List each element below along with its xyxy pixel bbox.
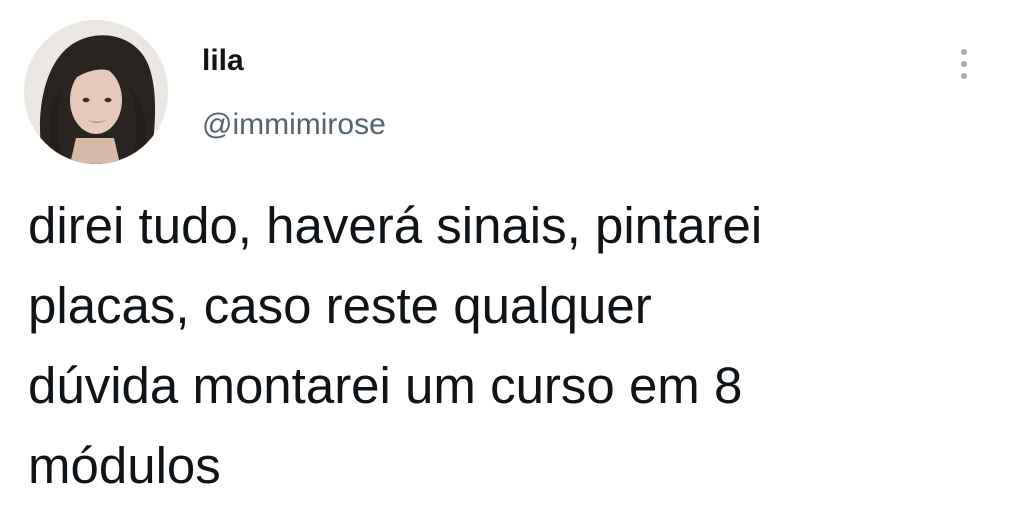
tweet-text: direi tudo, haverá sinais, pintarei plac…: [28, 197, 763, 494]
tweet-card: lila @immimirose direi tudo, haverá sina…: [0, 0, 1014, 504]
more-vertical-icon-dot-2: [961, 61, 967, 67]
user-handle[interactable]: @immimirose: [202, 110, 386, 140]
more-vertical-icon: [961, 49, 967, 55]
avatar[interactable]: [24, 20, 168, 164]
profile-photo-icon: [24, 20, 168, 164]
more-vertical-icon-dot-3: [961, 73, 967, 79]
display-name[interactable]: lila: [202, 46, 244, 76]
more-options-button[interactable]: [950, 42, 978, 86]
